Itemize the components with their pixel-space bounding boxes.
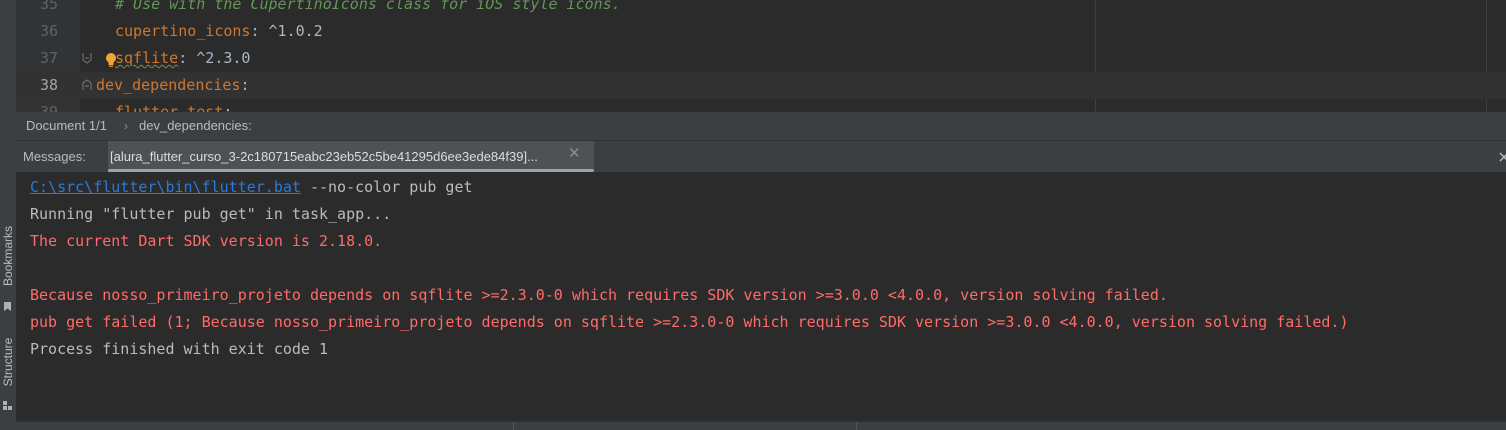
fold-start-icon[interactable] [82,79,92,91]
line-number: 35 [39,0,58,13]
yaml-value: ^1.0.2 [268,22,323,40]
yaml-key: dev_dependencies [96,76,241,94]
code-entry: dev_dependencies: [96,72,250,99]
line-number: 38 [39,76,58,94]
yaml-key: cupertino_icons [115,22,251,40]
code-editor[interactable]: 35 # Use with the CupertinoIcons class f… [0,0,1506,112]
flutter-bat-link[interactable]: C:\src\flutter\bin\flutter.bat [30,178,301,196]
console-output[interactable]: C:\src\flutter\bin\flutter.bat --no-colo… [16,172,1506,422]
console-error-line: pub get failed (1; Because nosso_primeir… [30,313,1349,331]
bookmarks-tab[interactable]: Bookmarks [1,218,15,294]
breadcrumb-document[interactable]: Document 1/1 [26,112,107,140]
code-entry: sqflite: ^2.3.0 [115,45,250,72]
code-line[interactable]: 37 sqflite: ^2.3.0 [0,45,1506,72]
close-icon[interactable]: ✕ [568,146,582,161]
console-line: Running "flutter pub get" in task_app... [30,205,392,223]
messages-tab[interactable]: [alura_flutter_curso_3-2c180715eabc23eb5… [108,141,594,172]
code-entry: flutter_test: [115,99,232,112]
yaml-separator: : [178,49,197,67]
code-line[interactable]: 39 flutter_test: [0,99,1506,112]
code-line[interactable]: 35 # Use with the CupertinoIcons class f… [0,0,1506,18]
console-error-line: The current Dart SDK version is 2.18.0. [30,232,383,250]
messages-tool-window-header: Messages: [alura_flutter_curso_3-2c18071… [16,140,1506,173]
structure-icon [2,396,13,410]
breadcrumb: Document 1/1 › dev_dependencies: [16,112,1506,140]
structure-tab[interactable]: Structure [1,324,15,400]
console-command-line: C:\src\flutter\bin\flutter.bat --no-colo… [30,174,473,201]
messages-tab-label[interactable]: [alura_flutter_curso_3-2c180715eabc23eb5… [110,149,538,164]
line-number: 39 [39,103,58,112]
breadcrumb-separator: › [124,119,128,133]
breadcrumb-path[interactable]: dev_dependencies: [139,112,252,140]
yaml-key: flutter_test [115,103,224,112]
yaml-value: ^2.3.0 [196,49,251,67]
yaml-key: sqflite [115,49,179,67]
yaml-separator: : [250,22,269,40]
line-number: 36 [39,22,58,40]
command-args: --no-color pub get [300,178,473,196]
line-number: 37 [39,49,58,67]
fold-end-icon[interactable] [82,52,92,64]
code-entry: cupertino_icons: ^1.0.2 [115,18,323,45]
yaml-separator: : [223,103,233,112]
code-comment: # Use with the CupertinoIcons class for … [115,0,621,13]
messages-title: Messages: [23,149,86,164]
yaml-separator: : [240,76,250,94]
code-line[interactable]: 36 cupertino_icons: ^1.0.2 [0,18,1506,45]
hide-panel-icon[interactable] [1499,149,1506,165]
console-line: Process finished with exit code 1 [30,340,329,358]
code-line-current[interactable]: 38 dev_dependencies: [0,72,1506,99]
bookmark-icon [2,297,13,311]
console-error-line: Because nosso_primeiro_projeto depends o… [30,286,1168,304]
